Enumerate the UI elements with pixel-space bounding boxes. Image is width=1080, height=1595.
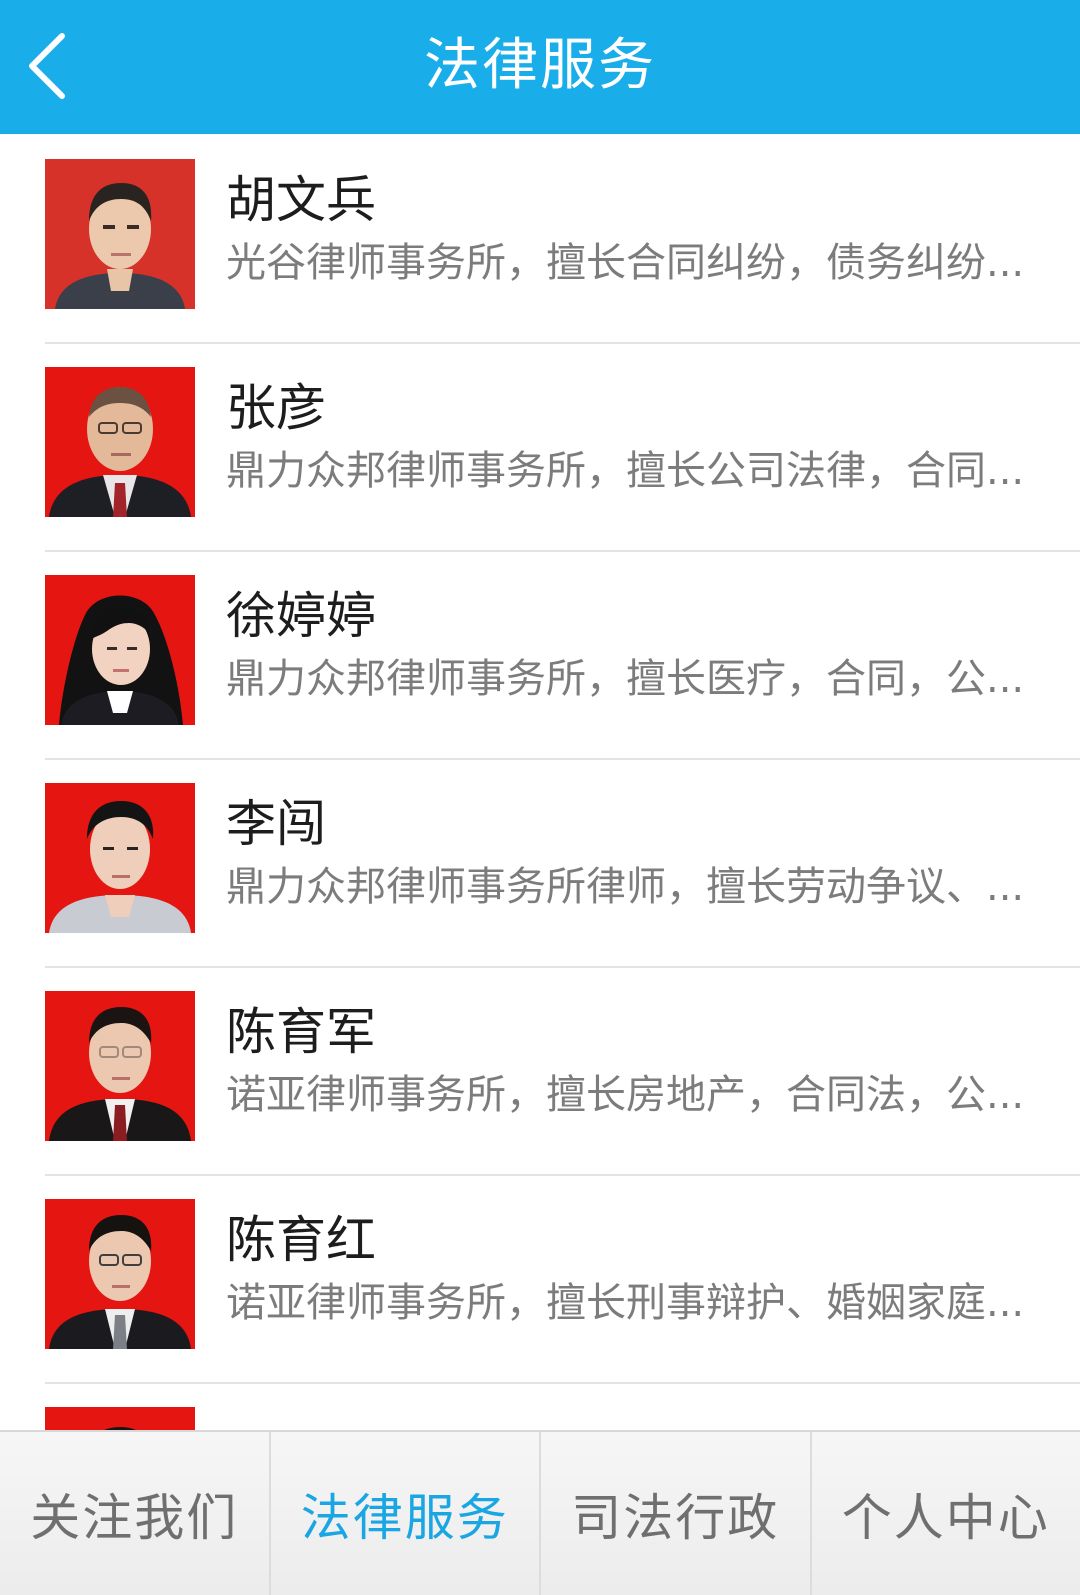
app-root: 法律服务 胡文兵 光谷律师事务所，擅长合同纠纷，债务纠纷... 张彦 鼎力众邦律…	[0, 0, 1080, 1595]
list-item[interactable]: 陈育红 诺亚律师事务所，擅长刑事辩护、婚姻家庭...	[0, 1174, 1080, 1384]
lawyer-description: 鼎力众邦律师事务所，擅长医疗，合同，公...	[226, 656, 1025, 702]
avatar	[45, 991, 195, 1141]
list-item[interactable]: 张彦 鼎力众邦律师事务所，擅长公司法律，合同...	[0, 342, 1080, 552]
avatar	[45, 1199, 195, 1349]
avatar	[45, 783, 195, 933]
lawyer-name: 胡文兵	[226, 171, 376, 229]
avatar	[45, 575, 195, 725]
avatar	[45, 159, 195, 309]
lawyer-list[interactable]: 胡文兵 光谷律师事务所，擅长合同纠纷，债务纠纷... 张彦 鼎力众邦律师事务所，…	[0, 134, 1080, 1430]
tab-judicial-administration[interactable]: 司法行政	[539, 1432, 810, 1595]
list-item[interactable]: 徐婷婷 鼎力众邦律师事务所，擅长医疗，合同，公...	[0, 550, 1080, 760]
lawyer-description: 鼎力众邦律师事务所，擅长公司法律，合同...	[226, 448, 1025, 494]
list-item[interactable]	[0, 1382, 1080, 1430]
top-bar: 法律服务	[0, 0, 1080, 134]
lawyer-name: 陈育红	[226, 1211, 376, 1269]
avatar	[45, 1407, 195, 1430]
tab-personal-center[interactable]: 个人中心	[809, 1432, 1080, 1595]
lawyer-name: 徐婷婷	[226, 587, 376, 645]
tab-follow-us[interactable]: 关注我们	[0, 1432, 269, 1595]
lawyer-name: 张彦	[226, 379, 326, 437]
page-title: 法律服务	[424, 33, 656, 98]
lawyer-name: 李闯	[226, 795, 326, 853]
list-item[interactable]: 李闯 鼎力众邦律师事务所律师，擅长劳动争议、...	[0, 758, 1080, 968]
lawyer-description: 光谷律师事务所，擅长合同纠纷，债务纠纷...	[226, 240, 1025, 286]
tab-legal-services[interactable]: 法律服务	[268, 1432, 540, 1595]
lawyer-description: 诺亚律师事务所，擅长房地产，合同法，公...	[226, 1072, 1025, 1118]
lawyer-name: 陈育军	[226, 1003, 376, 1061]
lawyer-description: 诺亚律师事务所，擅长刑事辩护、婚姻家庭...	[226, 1280, 1025, 1326]
bottom-tab-bar: 关注我们 法律服务 司法行政 个人中心	[0, 1430, 1080, 1595]
list-item[interactable]: 陈育军 诺亚律师事务所，擅长房地产，合同法，公...	[0, 966, 1080, 1176]
list-item[interactable]: 胡文兵 光谷律师事务所，擅长合同纠纷，债务纠纷...	[0, 134, 1080, 344]
avatar	[45, 367, 195, 517]
lawyer-description: 鼎力众邦律师事务所律师，擅长劳动争议、...	[226, 864, 1025, 910]
